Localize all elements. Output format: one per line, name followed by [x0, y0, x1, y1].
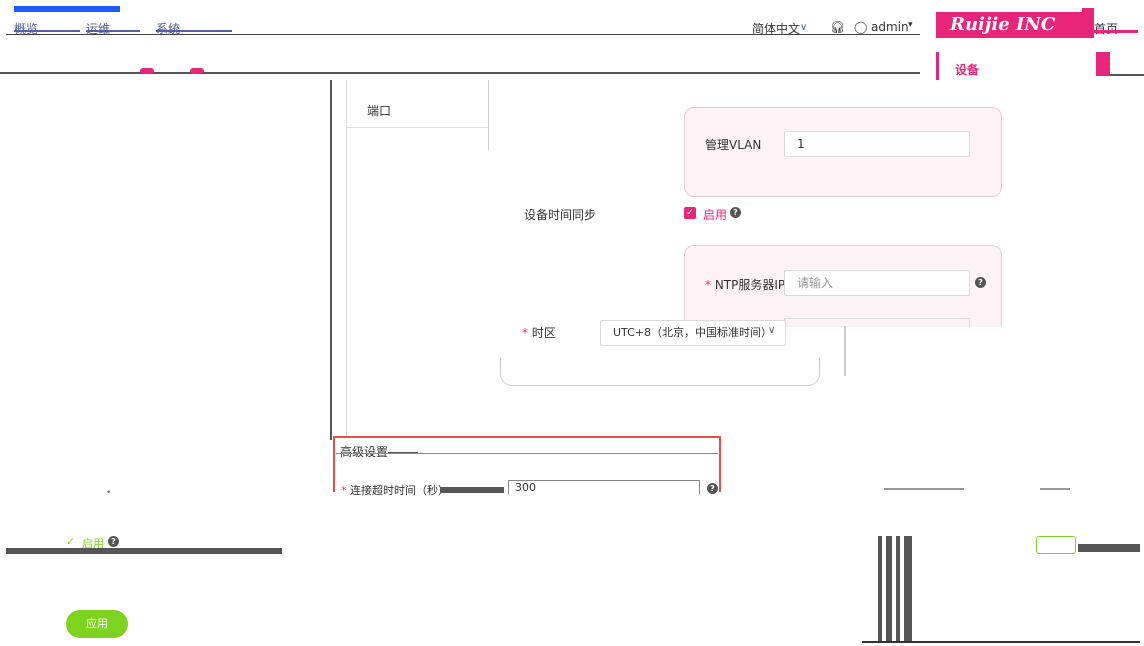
timezone-label: 时区 — [531, 326, 556, 340]
timeout-label-row: * 连接超时时间（秒） — [341, 484, 449, 497]
mgmt-vlan-label: 管理VLAN — [705, 138, 762, 152]
tab-port[interactable]: 端口 — [346, 80, 488, 128]
time-sync-enable-label: 启用 — [703, 208, 728, 222]
alert-badge — [190, 68, 204, 74]
headset-icon[interactable]: 🎧︎ — [830, 20, 845, 34]
caret-down-icon: ▾ — [908, 20, 913, 30]
timezone-panel-bottom — [500, 358, 820, 386]
help-icon[interactable]: ? — [108, 536, 119, 547]
fragment-badge — [1036, 536, 1076, 554]
alert-badge — [140, 68, 154, 74]
help-icon[interactable]: ? — [730, 207, 741, 218]
chevron-down-icon: ∨ — [800, 22, 808, 33]
apply-button[interactable]: 应用 — [66, 610, 128, 638]
dot-icon: • — [106, 488, 112, 498]
vertical-bars — [876, 536, 916, 642]
top-nav-bar: 概览 运维 系统 简体中文 ∨ 🎧︎ ◯ admin ▾ Ruijie INC … — [0, 0, 1144, 52]
top-accent-bar — [14, 6, 120, 12]
ntp-input[interactable]: 请输入 — [784, 270, 970, 296]
nav-underline — [86, 30, 140, 32]
user-menu[interactable]: admin — [871, 20, 909, 34]
check-icon: ✓ — [66, 535, 76, 548]
fragment-line — [1040, 488, 1070, 490]
mgmt-vlan-input[interactable]: 1 — [784, 131, 970, 157]
time-sync-label: 设备时间同步 — [524, 208, 597, 222]
time-sync-checkbox[interactable]: ✓ — [684, 207, 696, 219]
fragment-bar — [1078, 544, 1140, 552]
ntp-label-row: * NTP服务器IP — [705, 278, 786, 292]
advanced-settings-title[interactable]: 高级设置 — [340, 443, 388, 460]
tab-column-border — [346, 128, 347, 436]
right-divider — [844, 326, 846, 376]
timeout-label: 连接超时时间（秒） — [350, 484, 449, 497]
help-icon[interactable]: ? — [707, 483, 718, 494]
nav-underline — [156, 30, 232, 32]
sub-bar — [0, 52, 920, 74]
fragment-line — [884, 488, 964, 490]
content-divider — [488, 80, 489, 150]
pink-underline — [1094, 30, 1138, 33]
sidebar-item-device[interactable]: 设备 — [936, 52, 1078, 80]
bottom-bar — [6, 548, 282, 554]
sub-bar-tail — [1110, 66, 1144, 76]
advanced-divider — [336, 453, 718, 454]
ntp-label: NTP服务器IP — [714, 278, 786, 292]
pink-strip — [1096, 52, 1110, 76]
language-select[interactable]: 简体中文 — [752, 20, 800, 37]
nav-underline — [14, 30, 80, 32]
fragment-line — [862, 641, 1140, 643]
ntp-input-partial — [784, 318, 970, 327]
pink-strip — [1082, 8, 1094, 38]
timeout-input[interactable]: 300 — [508, 480, 700, 494]
timezone-select[interactable]: UTC+8（北京，中国标准时间） — [600, 320, 786, 346]
user-icon: ◯ — [854, 20, 868, 34]
label-bar — [440, 487, 504, 493]
chevron-down-icon: ∨ — [768, 325, 776, 336]
brand-logo: Ruijie INC — [936, 12, 1082, 38]
help-icon[interactable]: ? — [975, 277, 986, 288]
home-link[interactable]: 首页 — [1094, 20, 1118, 37]
timezone-label-row: * 时区 — [522, 326, 556, 340]
panel-divider — [330, 80, 332, 440]
